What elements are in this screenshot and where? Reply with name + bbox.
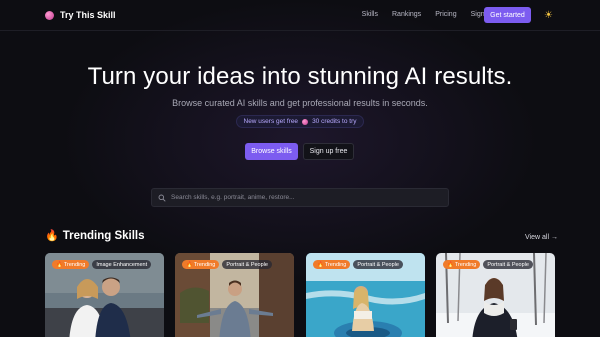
promo-prefix: New users get free: [243, 118, 299, 125]
skill-card-portrait-street[interactable]: 🔥 Trending Portrait & People: [175, 253, 294, 337]
fire-icon: 🔥: [56, 261, 63, 268]
get-started-button[interactable]: Get started: [484, 7, 531, 23]
trending-badge: 🔥 Trending: [52, 260, 90, 269]
card-tags: 🔥 Trending Image Enhancement: [52, 260, 152, 269]
trending-badge: 🔥 Trending: [313, 260, 351, 269]
nav-link-rankings[interactable]: Rankings: [392, 11, 421, 18]
view-all-link[interactable]: View all →: [525, 234, 558, 241]
category-tag: Portrait & People: [353, 260, 403, 269]
skill-card-portrait-snow[interactable]: 🔥 Trending Portrait & People: [436, 253, 555, 337]
badge-label: Trending: [193, 261, 216, 268]
trending-badge: 🔥 Trending: [443, 260, 481, 269]
search-bar: [151, 188, 449, 207]
promo-suffix: 30 credits to try: [312, 118, 357, 125]
fire-icon: 🔥: [447, 261, 454, 268]
trending-badge: 🔥 Trending: [182, 260, 220, 269]
fire-icon: 🔥: [186, 261, 193, 268]
search-icon: [158, 194, 166, 202]
skill-card-portrait-beach[interactable]: 🔥 Trending Portrait & People: [306, 253, 425, 337]
pink-orb-icon: [45, 10, 54, 20]
category-tag: Portrait & People: [483, 260, 533, 269]
section-title: Trending Skills: [62, 229, 145, 242]
browse-skills-button[interactable]: Browse skills: [245, 143, 298, 160]
card-tags: 🔥 Trending Portrait & People: [443, 260, 533, 269]
badge-label: Trending: [454, 261, 477, 268]
badge-label: Trending: [324, 261, 347, 268]
card-tags: 🔥 Trending Portrait & People: [313, 260, 403, 269]
nav-link-skills[interactable]: Skills: [362, 11, 378, 18]
promo-badge: New users get free 30 credits to try: [236, 115, 364, 128]
brand-logo[interactable]: Try This Skill: [45, 10, 116, 20]
nav-link-pricing[interactable]: Pricing: [435, 11, 456, 18]
top-navbar: Try This Skill Skills Rankings Pricing S…: [0, 0, 600, 31]
nav-links: Skills Rankings Pricing Sign in: [362, 11, 492, 18]
credits-orb-icon: [302, 118, 309, 125]
skill-card-image-enhancement[interactable]: 🔥 Trending Image Enhancement: [45, 253, 164, 337]
hero-subtitle: Browse curated AI skills and get profess…: [172, 98, 428, 108]
category-tag: Portrait & People: [222, 260, 272, 269]
trending-header: 🔥 Trending Skills: [45, 229, 145, 243]
search-input[interactable]: [171, 194, 441, 201]
fire-icon: 🔥: [45, 230, 59, 242]
fire-icon: 🔥: [317, 261, 324, 268]
brand-name: Try This Skill: [60, 10, 116, 20]
category-tag: Image Enhancement: [92, 260, 152, 269]
badge-label: Trending: [63, 261, 86, 268]
hero-title: Turn your ideas into stunning AI results…: [87, 63, 513, 90]
sun-icon[interactable]: ☀: [543, 10, 554, 21]
card-tags: 🔥 Trending Portrait & People: [182, 260, 272, 269]
sign-up-free-button[interactable]: Sign up free: [303, 143, 354, 160]
